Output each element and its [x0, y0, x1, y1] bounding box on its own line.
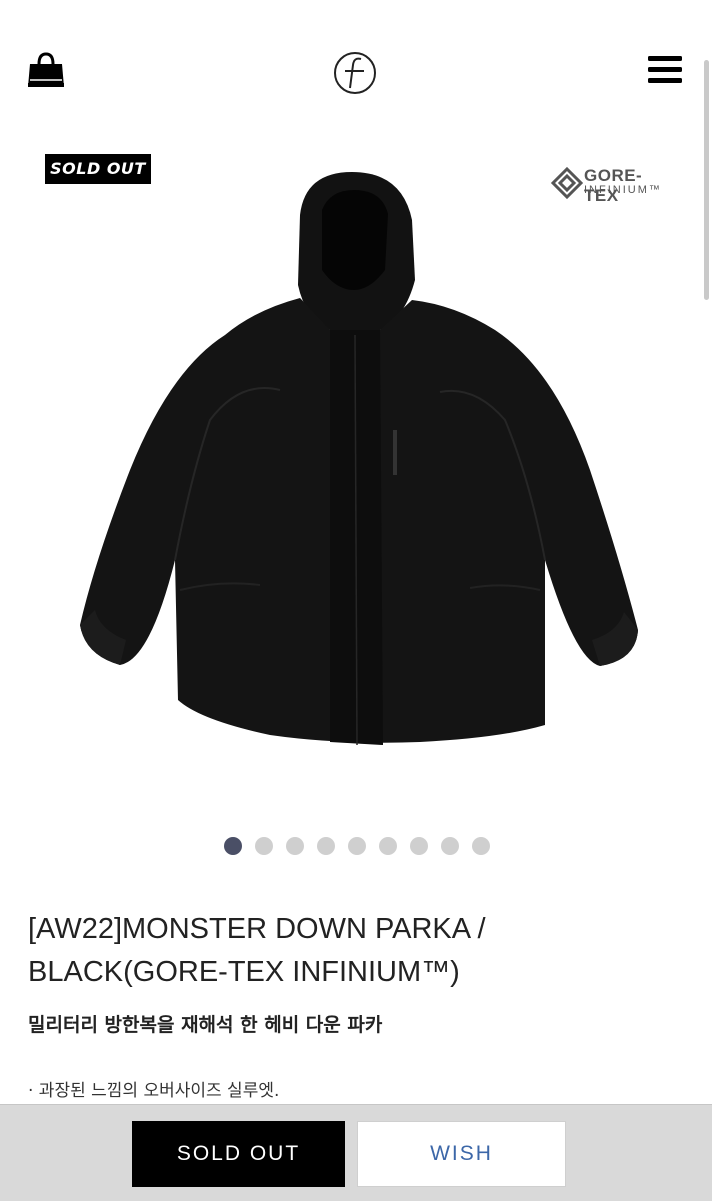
gore-tex-logo: GORE-TEX INFINIUM™: [550, 166, 674, 205]
sold-out-badge: SOLD OUT: [45, 154, 151, 184]
shopping-bag-icon[interactable]: [26, 50, 66, 90]
bottom-action-bar: SOLD OUT WISH: [0, 1104, 712, 1201]
infinium-logo-text: INFINIUM™: [584, 184, 662, 196]
gore-tex-diamond-icon: [550, 166, 584, 200]
carousel-dot-active[interactable]: [224, 837, 242, 855]
brand-logo[interactable]: [332, 50, 378, 96]
product-title: [AW22]MONSTER DOWN PARKA / BLACK(GORE-TE…: [28, 913, 486, 988]
wish-button[interactable]: WISH: [357, 1121, 566, 1187]
header: [0, 0, 712, 130]
carousel-dot[interactable]: [317, 837, 335, 855]
carousel-dot[interactable]: [348, 837, 366, 855]
carousel-dot[interactable]: [410, 837, 428, 855]
hamburger-menu-icon[interactable]: [648, 54, 682, 86]
product-subtitle: 밀리터리 방한복을 재해석 한 헤비 다운 파카: [28, 1014, 383, 1036]
carousel-dot[interactable]: [441, 837, 459, 855]
product-image-jacket[interactable]: [0, 140, 712, 820]
carousel-dot[interactable]: [379, 837, 397, 855]
carousel-dot[interactable]: [286, 837, 304, 855]
carousel-dot[interactable]: [472, 837, 490, 855]
sold-out-button[interactable]: SOLD OUT: [132, 1121, 345, 1187]
carousel-dot[interactable]: [255, 837, 273, 855]
product-feature-bullet: · 과장된 느낌의 오버사이즈 실루엣.: [28, 1081, 280, 1101]
image-carousel-dots: [224, 837, 494, 857]
